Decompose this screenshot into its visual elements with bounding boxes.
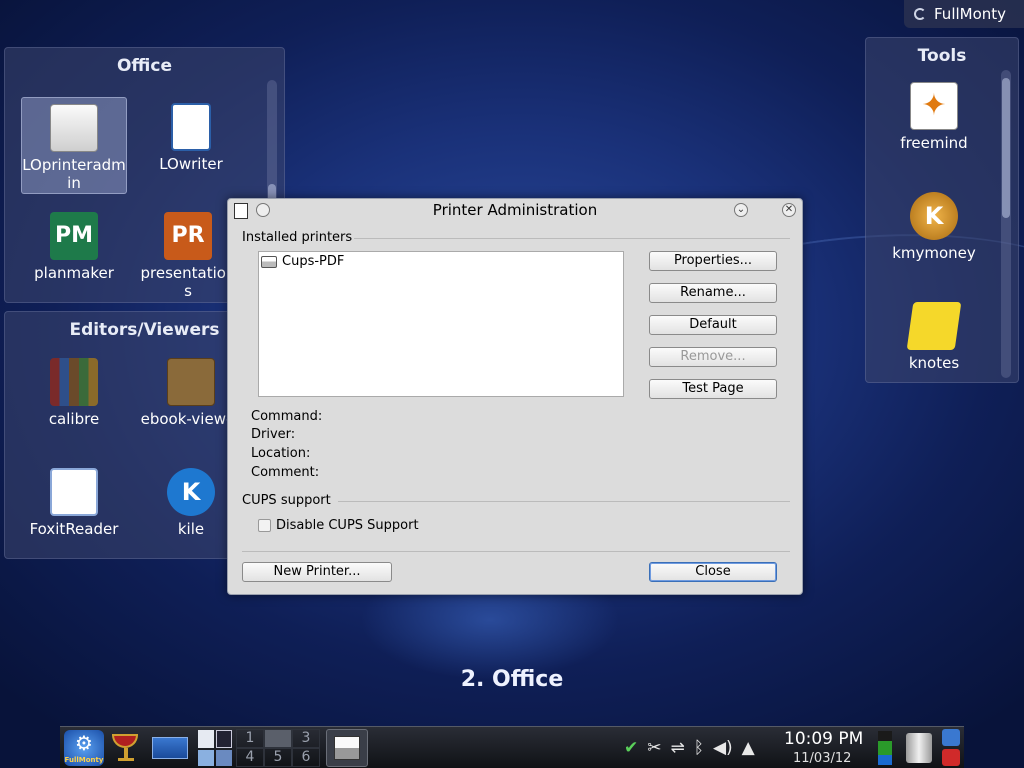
icon-planmaker[interactable]: PM planmaker bbox=[21, 206, 127, 282]
kile-icon: K bbox=[167, 468, 215, 516]
icon-label: freemind bbox=[900, 134, 968, 152]
printer-task-icon bbox=[334, 736, 360, 760]
goblet-icon[interactable] bbox=[112, 730, 140, 764]
printer-name: Cups-PDF bbox=[282, 254, 345, 269]
printer-list[interactable]: Cups-PDF bbox=[258, 251, 624, 397]
pager-desktop-5[interactable]: 5 bbox=[264, 748, 292, 767]
printer-icon bbox=[261, 255, 277, 268]
grid-icon[interactable] bbox=[216, 750, 232, 766]
tools-folder-title: Tools bbox=[917, 46, 967, 66]
terminal-icon[interactable] bbox=[216, 730, 232, 748]
ebook-viewer-icon bbox=[167, 358, 215, 406]
icon-label: LOwriter bbox=[159, 155, 223, 173]
tools-folder-view: Tools ✦ freemind K kmymoney knotes bbox=[865, 37, 1019, 383]
quicklaunch-icons[interactable] bbox=[198, 730, 234, 766]
writer-document-icon bbox=[171, 103, 211, 151]
clock-date[interactable]: 11/03/12 bbox=[793, 751, 851, 766]
dialog-titlebar[interactable]: Printer Administration ⌄ ✕ bbox=[228, 199, 802, 223]
minimize-button[interactable]: ⌄ bbox=[734, 203, 748, 217]
close-button[interactable]: Close bbox=[649, 562, 777, 582]
dialog-title: Printer Administration bbox=[432, 201, 598, 219]
icon-calibre[interactable]: calibre bbox=[21, 352, 127, 428]
test-page-button[interactable]: Test Page bbox=[649, 379, 777, 399]
bluetooth-icon[interactable]: ᛒ bbox=[694, 738, 704, 758]
icon-freemind[interactable]: ✦ freemind bbox=[881, 76, 987, 152]
tools-scrollbar[interactable] bbox=[1001, 70, 1011, 378]
cups-support-label: CUPS support bbox=[242, 493, 331, 508]
scissors-icon[interactable]: ✂ bbox=[647, 738, 661, 758]
pager-desktop-4[interactable]: 4 bbox=[236, 748, 264, 767]
clock-time[interactable]: 10:09 PM bbox=[784, 729, 863, 749]
new-printer-button[interactable]: New Printer... bbox=[242, 562, 392, 582]
rename-button[interactable]: Rename... bbox=[649, 283, 777, 303]
file-icon[interactable] bbox=[198, 730, 214, 748]
installed-printers-label: Installed printers bbox=[242, 230, 353, 245]
remove-button[interactable]: Remove... bbox=[649, 347, 777, 367]
pager-desktop-2[interactable] bbox=[264, 729, 292, 748]
desktop-pager[interactable]: 1 3 4 5 6 bbox=[236, 729, 320, 767]
icon-kmymoney[interactable]: K kmymoney bbox=[881, 186, 987, 262]
calculator-icon[interactable] bbox=[198, 750, 214, 766]
printer-admin-icon bbox=[50, 104, 98, 152]
icon-foxitreader[interactable]: FoxitReader bbox=[21, 462, 127, 538]
usb-icon[interactable]: ⇌ bbox=[671, 738, 685, 758]
launcher-label: FullMonty bbox=[64, 756, 104, 764]
kmymoney-coin-icon: K bbox=[910, 192, 958, 240]
default-button[interactable]: Default bbox=[649, 315, 777, 335]
pager-desktop-6[interactable]: 6 bbox=[292, 748, 320, 767]
icon-label: LOprinteradmin bbox=[22, 156, 126, 192]
disable-cups-checkbox[interactable] bbox=[258, 519, 271, 532]
icon-presentations[interactable]: PR presentations bbox=[138, 206, 238, 300]
icon-label: presentations bbox=[140, 264, 236, 300]
icon-label: calibre bbox=[48, 410, 100, 428]
system-monitor-icon[interactable] bbox=[878, 731, 892, 765]
activity-name: FullMonty bbox=[934, 5, 1007, 23]
properties-button[interactable]: Properties... bbox=[649, 251, 777, 271]
icon-label: planmaker bbox=[34, 264, 114, 282]
activity-badge[interactable]: FullMonty bbox=[904, 0, 1024, 28]
driver-label: Driver: bbox=[251, 427, 296, 442]
icon-label: kmymoney bbox=[892, 244, 976, 262]
pager-desktop-1[interactable]: 1 bbox=[236, 729, 264, 748]
desktop-show-icon[interactable] bbox=[152, 737, 188, 759]
system-tray: ✔ ✂ ⇌ ᛒ ◀) ▲ bbox=[620, 731, 780, 765]
icon-label: knotes bbox=[908, 354, 960, 372]
icon-lowriter[interactable]: LOwriter bbox=[138, 97, 244, 173]
kde-launcher-button[interactable]: ⚙ FullMonty bbox=[64, 730, 104, 766]
taskbar: ⚙ FullMonty 1 3 4 5 6 ✔ ✂ ⇌ ᛒ ◀) ▲ 10:09… bbox=[60, 726, 964, 768]
activity-moon-icon bbox=[914, 8, 926, 20]
knotes-note-icon bbox=[906, 302, 962, 350]
comment-label: Comment: bbox=[251, 465, 320, 480]
lock-screen-icon[interactable] bbox=[942, 729, 960, 746]
trash-icon[interactable] bbox=[906, 733, 932, 763]
foxit-reader-icon bbox=[50, 468, 98, 516]
location-label: Location: bbox=[251, 446, 311, 461]
task-printer-admin[interactable] bbox=[326, 729, 368, 767]
pager-desktop-3[interactable]: 3 bbox=[292, 729, 320, 748]
printer-admin-dialog: Printer Administration ⌄ ✕ Installed pri… bbox=[227, 198, 803, 595]
icon-label: FoxitReader bbox=[29, 520, 119, 538]
calibre-books-icon bbox=[50, 358, 98, 406]
check-status-icon[interactable]: ✔ bbox=[624, 738, 638, 758]
freemind-butterfly-icon: ✦ bbox=[910, 82, 958, 130]
disable-cups-label[interactable]: Disable CUPS Support bbox=[276, 518, 419, 533]
logout-icon[interactable] bbox=[942, 749, 960, 766]
planmaker-icon: PM bbox=[50, 212, 98, 260]
icon-label: kile bbox=[177, 520, 205, 538]
icon-loprinteradmin[interactable]: LOprinteradmin bbox=[21, 97, 127, 194]
notifications-arrow-icon[interactable]: ▲ bbox=[742, 738, 755, 758]
volume-icon[interactable]: ◀) bbox=[713, 738, 733, 758]
presentations-icon: PR bbox=[164, 212, 212, 260]
close-window-button[interactable]: ✕ bbox=[782, 203, 796, 217]
icon-knotes[interactable]: knotes bbox=[881, 296, 987, 372]
office-folder-title: Office bbox=[116, 56, 173, 76]
printer-item[interactable]: Cups-PDF bbox=[261, 254, 344, 269]
desktop-activity-label: 2. Office bbox=[460, 667, 564, 692]
kde-gear-icon: ⚙ bbox=[75, 731, 93, 755]
command-label: Command: bbox=[251, 409, 323, 424]
